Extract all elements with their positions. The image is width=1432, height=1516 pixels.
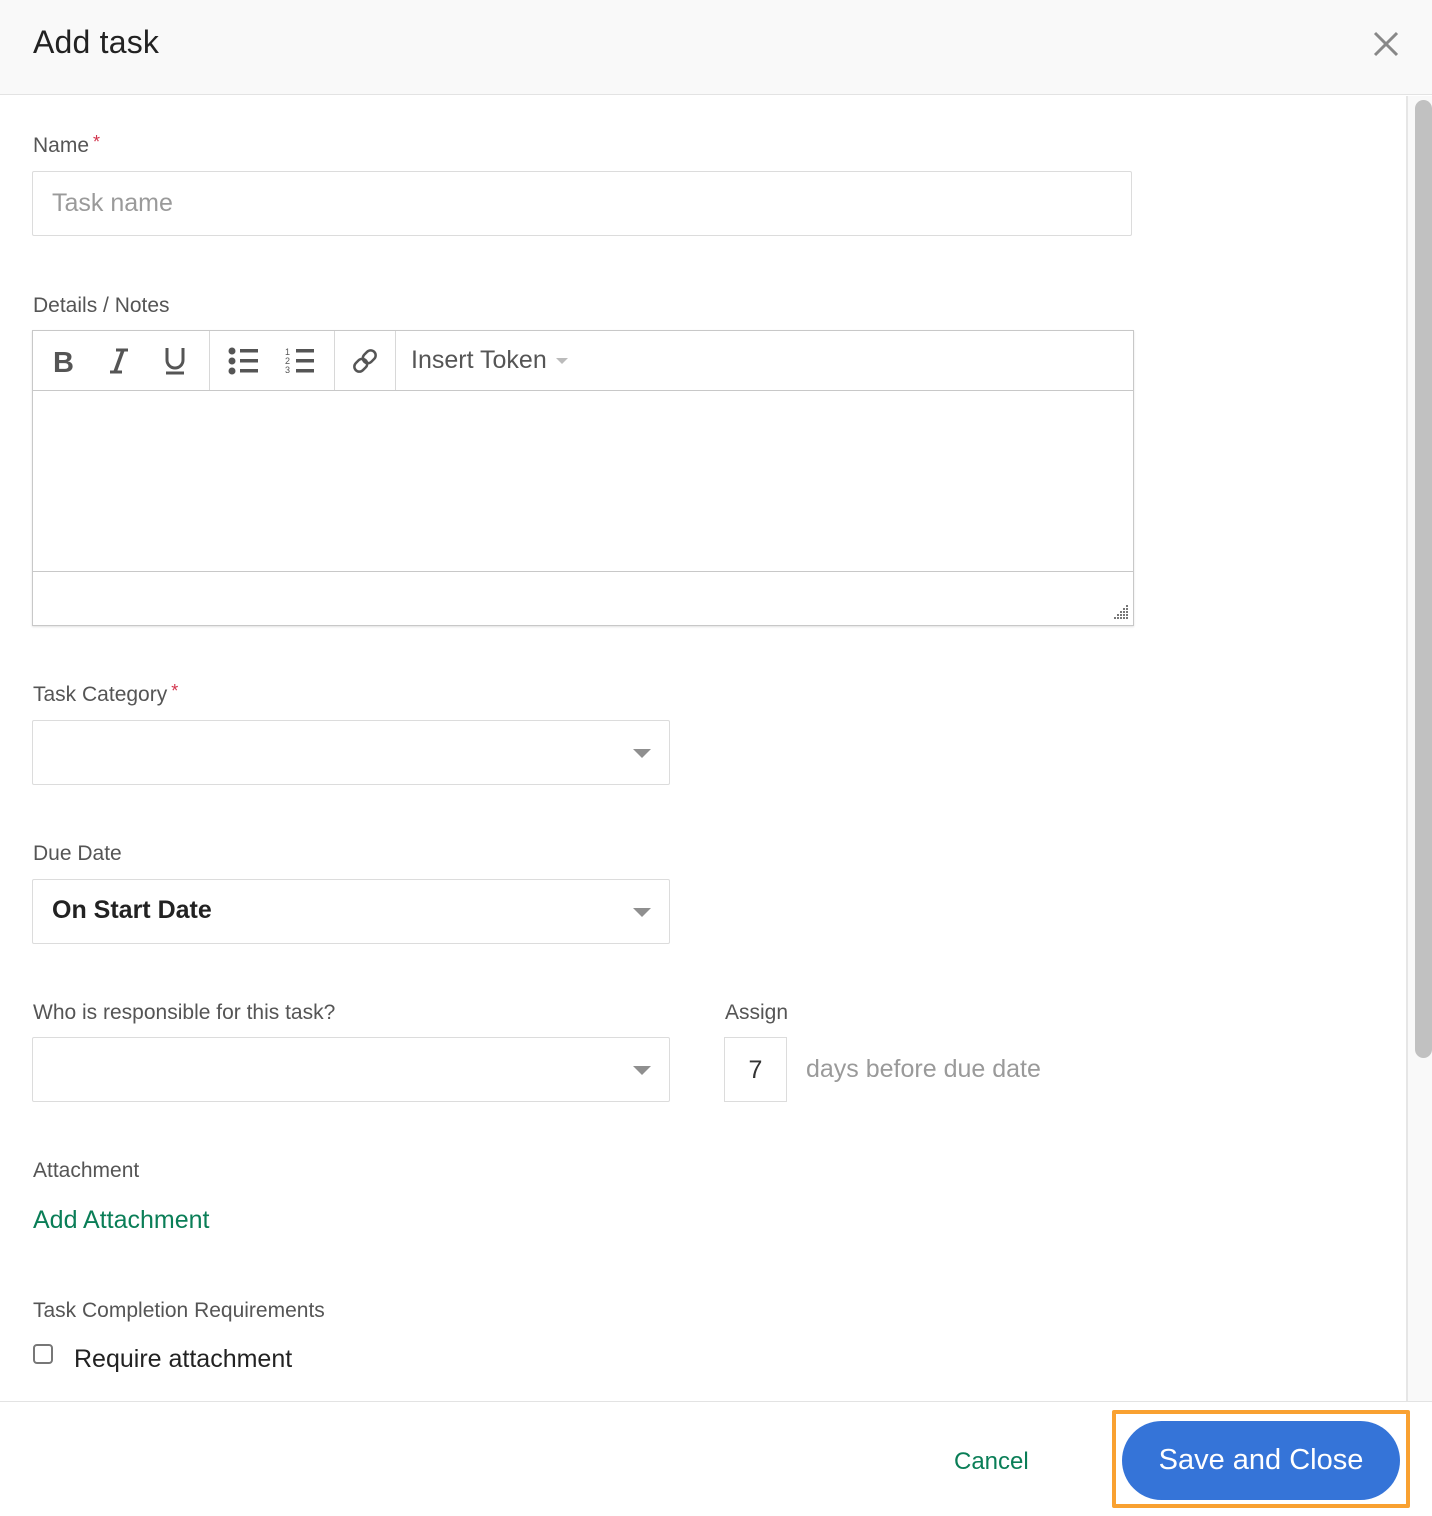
require-attachment-label[interactable]: Require attachment — [74, 1345, 292, 1374]
svg-text:B: B — [53, 347, 74, 375]
chevron-down-icon — [633, 908, 651, 917]
due-date-value: On Start Date — [52, 896, 212, 924]
bulleted-list-icon — [228, 347, 258, 374]
bold-button[interactable]: B — [35, 331, 91, 391]
save-and-close-button[interactable]: Save and Close — [1122, 1421, 1400, 1500]
task-category-label: Task Category * — [33, 681, 179, 707]
name-label-text: Name — [33, 134, 90, 157]
close-icon — [1373, 31, 1399, 57]
chevron-down-icon — [633, 1066, 651, 1075]
add-attachment-link[interactable]: Add Attachment — [33, 1206, 210, 1235]
bold-icon: B — [53, 347, 74, 375]
assign-days-suffix: days before due date — [806, 1055, 1041, 1083]
scrollbar-thumb[interactable] — [1415, 100, 1432, 1058]
task-name-input[interactable]: Task name — [32, 171, 1132, 236]
numbered-list-icon: 1 2 3 — [285, 347, 314, 375]
responsible-select[interactable] — [32, 1037, 670, 1102]
dialog-header: Add task — [0, 0, 1432, 95]
bulleted-list-button[interactable] — [216, 331, 272, 391]
task-name-placeholder: Task name — [52, 189, 173, 217]
task-category-label-text: Task Category — [33, 683, 168, 706]
rich-text-editor: B 1 2 3 Insert Token — [32, 330, 1134, 626]
dialog-title: Add task — [33, 24, 160, 60]
responsible-label: Who is responsible for this task? — [33, 1001, 336, 1024]
attachment-label: Attachment — [33, 1159, 140, 1182]
due-date-select[interactable]: On Start Date — [32, 879, 670, 944]
resize-handle-icon[interactable] — [1113, 604, 1129, 620]
cancel-button[interactable]: Cancel — [954, 1448, 1029, 1476]
underline-icon — [165, 347, 185, 374]
save-and-close-label: Save and Close — [1158, 1444, 1364, 1476]
numbered-list-button[interactable]: 1 2 3 — [272, 331, 328, 391]
insert-token-dropdown[interactable]: Insert Token — [396, 331, 568, 390]
link-group — [335, 331, 396, 390]
require-attachment-checkbox[interactable] — [33, 1344, 53, 1364]
format-group: B — [33, 331, 210, 390]
assign-label: Assign — [725, 1001, 789, 1024]
vertical-scrollbar[interactable] — [1406, 96, 1432, 1401]
close-button[interactable] — [1368, 26, 1404, 62]
underline-button[interactable] — [147, 331, 203, 391]
link-button[interactable] — [341, 331, 389, 391]
required-asterisk: * — [93, 132, 101, 152]
chevron-down-icon — [633, 749, 651, 758]
completion-requirements-label: Task Completion Requirements — [33, 1299, 325, 1322]
list-group: 1 2 3 — [210, 331, 335, 390]
link-icon — [353, 348, 377, 373]
svg-text:3: 3 — [285, 365, 290, 375]
task-category-select[interactable] — [32, 720, 670, 785]
italic-button[interactable] — [91, 331, 147, 391]
italic-icon — [110, 348, 128, 373]
assign-days-input[interactable]: 7 — [724, 1037, 787, 1102]
chevron-down-icon — [555, 357, 568, 364]
editor-status-bar — [33, 571, 1133, 626]
editor-toolbar: B 1 2 3 Insert Token — [33, 331, 1133, 391]
due-date-label: Due Date — [33, 842, 122, 865]
editor-content-area[interactable] — [33, 392, 1133, 572]
details-label: Details / Notes — [33, 294, 170, 317]
required-asterisk: * — [171, 681, 179, 701]
name-label: Name * — [33, 132, 101, 158]
insert-token-label: Insert Token — [411, 346, 547, 374]
